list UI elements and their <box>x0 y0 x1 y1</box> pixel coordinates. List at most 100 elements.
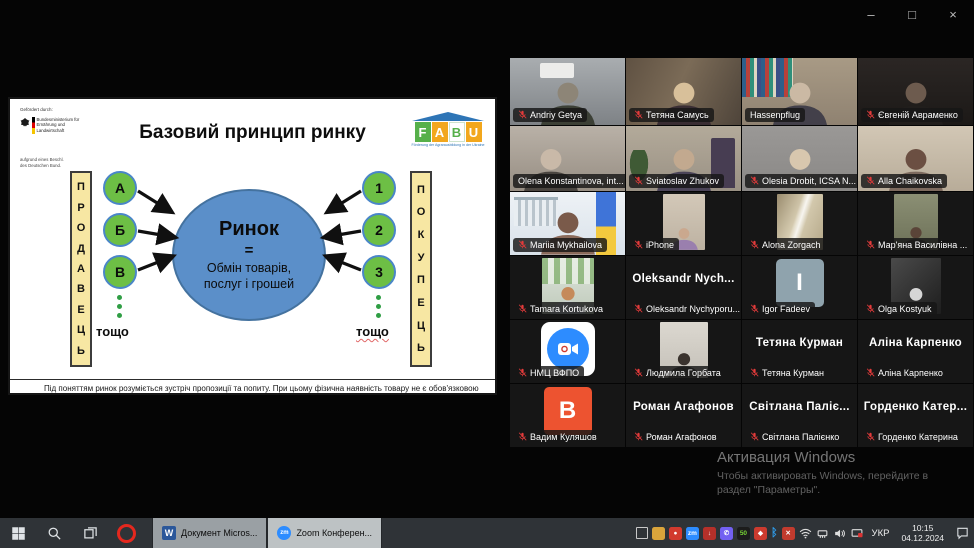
participant-tile[interactable]: Людмила Горбата <box>626 320 741 383</box>
display-alert-icon[interactable] <box>850 527 864 540</box>
close-button[interactable]: × <box>942 8 964 22</box>
participant-tile[interactable]: Olesia Drobit, ICSA N... <box>742 126 857 191</box>
participant-name-text: Горденко Катерина <box>878 432 958 442</box>
bar-letter: О <box>77 222 86 234</box>
participant-tile[interactable]: Аліна КарпенкоАліна Карпенко <box>858 320 973 383</box>
participant-tile[interactable]: Світлана Паліє...Світлана Палієнко <box>742 384 857 447</box>
muted-mic-icon <box>866 176 875 185</box>
language-indicator[interactable]: УКР <box>868 528 894 539</box>
participant-tile[interactable]: Sviatoslav Zhukov <box>626 126 741 191</box>
ellipsis-dots-right <box>376 295 381 318</box>
participant-tile[interactable]: Роман АгафоновРоман Агафонов <box>626 384 741 447</box>
participant-tile[interactable]: Мар'яна Василівна ... <box>858 192 973 255</box>
participant-name-text: Тетяна Курман <box>762 368 824 378</box>
participant-tile[interactable]: Oleksandr Nych...Oleksandr Nychyporu... <box>626 256 741 319</box>
diagram-node: В <box>103 255 137 289</box>
notification-center-button[interactable] <box>952 526 972 540</box>
muted-mic-icon <box>866 368 875 377</box>
participant-name-text: Mariia Mykhailova <box>530 240 602 250</box>
muted-mic-icon <box>866 110 875 119</box>
bar-letter: К <box>418 229 425 241</box>
participant-name-text: Alla Chaikovska <box>878 176 942 186</box>
restore-button[interactable]: □ <box>901 8 923 22</box>
bar-letter: А <box>77 263 85 275</box>
taskbar-word-button[interactable]: W Документ Micros... <box>152 518 267 548</box>
participant-tile[interactable]: Mariia Mykhailova <box>510 192 625 255</box>
participant-tile[interactable]: Hassenpflug <box>742 58 857 125</box>
ethernet-icon[interactable] <box>816 527 829 540</box>
bar-letter: Е <box>77 304 84 316</box>
participant-tile[interactable]: Olena Konstantinova, int... <box>510 126 625 191</box>
word-icon: W <box>162 526 176 540</box>
participant-name-label: Людмила Горбата <box>629 366 726 380</box>
participant-name-text: Вадим Куляшов <box>530 432 597 442</box>
muted-mic-icon <box>634 240 643 249</box>
volume-icon[interactable] <box>833 527 846 540</box>
participant-name-label: Роман Агафонов <box>629 430 722 444</box>
participant-tile[interactable]: Тетяна Самусь <box>626 58 741 125</box>
participant-name-label: Hassenpflug <box>745 108 805 122</box>
participant-tile[interactable]: Tamara Kortukova <box>510 256 625 319</box>
participant-name-text: Andriy Getya <box>530 110 582 120</box>
taskbar-zoom-button[interactable]: zm Zoom Конферен... <box>267 518 382 548</box>
eagle-icon <box>20 117 30 128</box>
diagram-node: Б <box>103 213 137 247</box>
participant-tile[interactable]: Alla Chaikovska <box>858 126 973 191</box>
participant-name-text: Мар'яна Василівна ... <box>878 240 967 250</box>
funder-note: Gefördert durch: <box>20 107 53 112</box>
battery-meter-icon[interactable]: 50 <box>737 527 750 540</box>
muted-mic-icon <box>750 304 759 313</box>
bluetooth-icon[interactable]: ᛒ <box>771 527 778 540</box>
search-button[interactable] <box>36 518 72 548</box>
participant-tile[interactable]: Olga Kostyuk <box>858 256 973 319</box>
antivirus-icon[interactable]: ✕ <box>782 527 795 540</box>
download-manager-icon[interactable]: ↓ <box>703 527 716 540</box>
participant-display-name: Аліна Карпенко <box>858 337 973 349</box>
etc-label-left: тощо <box>96 324 129 339</box>
muted-mic-icon <box>866 240 875 249</box>
participant-tile[interactable]: НМЦ ВФПО <box>510 320 625 383</box>
participant-name-label: Горденко Катерина <box>861 430 963 444</box>
participant-name-text: Olena Konstantinova, int... <box>518 176 624 186</box>
fabu-letter: B <box>449 122 465 142</box>
show-hidden-icons-icon[interactable] <box>636 527 648 539</box>
participant-name-label: Olesia Drobit, ICSA N... <box>745 174 857 188</box>
security-shield-icon[interactable]: ◆ <box>754 527 767 540</box>
participant-name-label: Тетяна Самусь <box>629 108 714 122</box>
participant-tile[interactable]: Andriy Getya <box>510 58 625 125</box>
start-button[interactable] <box>0 518 36 548</box>
slide-title: Базовий принцип ринку <box>95 122 410 144</box>
shared-screen-slide[interactable]: Gefördert durch: Bundesministerium für E… <box>8 97 497 395</box>
participant-tile[interactable]: Alona Zorgach <box>742 192 857 255</box>
participant-name-text: Alona Zorgach <box>762 240 821 250</box>
watermark-line1: Чтобы активировать Windows, перейдите в <box>717 469 928 483</box>
task-view-button[interactable] <box>72 518 108 548</box>
notification-icon <box>955 526 970 540</box>
participant-tile[interactable]: ВВадим Куляшов <box>510 384 625 447</box>
muted-mic-icon <box>866 304 875 313</box>
muted-mic-icon <box>634 368 643 377</box>
taskbar-clock[interactable]: 10:15 04.12.2024 <box>897 523 948 543</box>
participant-name-label: Світлана Палієнко <box>745 430 844 444</box>
bar-letter: Ь <box>77 345 85 357</box>
minimize-button[interactable]: – <box>860 8 882 22</box>
market-line1: Обмін товарів, <box>207 261 291 277</box>
participant-tile[interactable]: IIgor Fadeev <box>742 256 857 319</box>
participant-tile[interactable]: iPhone <box>626 192 741 255</box>
folder-icon[interactable] <box>652 527 665 540</box>
wifi-icon[interactable] <box>799 527 812 540</box>
opera-browser-button[interactable] <box>108 518 144 548</box>
participant-tile[interactable]: Тетяна КурманТетяна Курман <box>742 320 857 383</box>
participant-name-label: Євгеній Авраменко <box>861 108 963 122</box>
recorder-icon[interactable]: ● <box>669 527 682 540</box>
participant-tile[interactable]: Горденко Катер...Горденко Катерина <box>858 384 973 447</box>
fabu-letter: U <box>466 122 482 142</box>
system-tray: ● zm ↓ ✆ 50 ◆ ᛒ ✕ УКР 10:15 04.12.2024 <box>636 518 972 548</box>
participant-tile[interactable]: Євгеній Авраменко <box>858 58 973 125</box>
zoom-tray-icon[interactable]: zm <box>686 527 699 540</box>
viber-icon[interactable]: ✆ <box>720 527 733 540</box>
market-ellipse: Ринок = Обмін товарів, послуг і грошей <box>172 189 326 321</box>
bar-letter: Ц <box>77 324 85 336</box>
muted-mic-icon <box>518 110 527 119</box>
bar-letter: П <box>77 181 85 193</box>
